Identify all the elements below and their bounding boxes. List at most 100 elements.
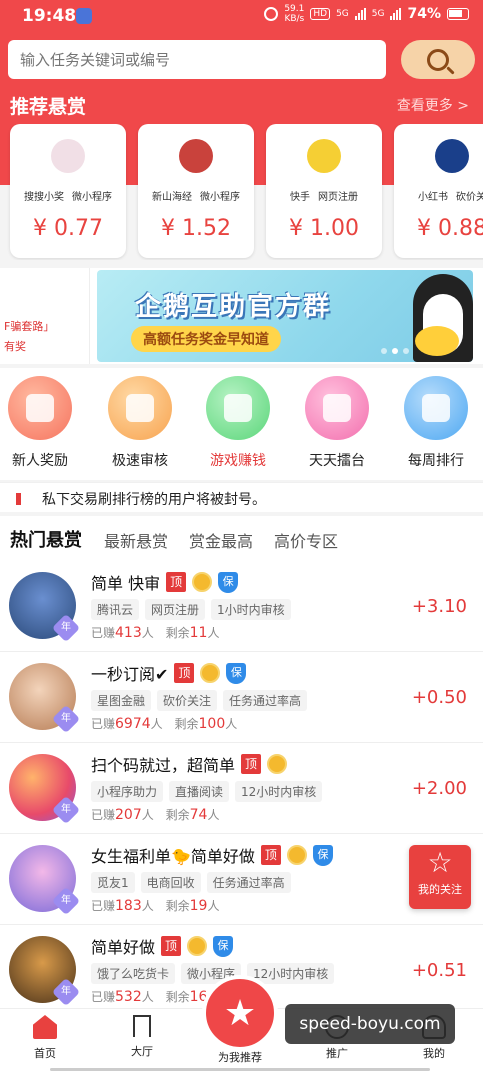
- year-badge: 年: [51, 886, 81, 916]
- task-tags: 饿了么吃货卡 微小程序 12小时内审核: [91, 963, 335, 984]
- task-stats: 已赚6974人 剩余100人: [91, 716, 238, 732]
- signal-bars-icon: [390, 8, 402, 20]
- task-title: 一秒订阅✔: [91, 665, 169, 684]
- quick-weekly-ranking[interactable]: 每周排行: [388, 376, 483, 476]
- signal-label-1: 5G: [336, 9, 349, 19]
- gamepad-icon: [206, 376, 270, 440]
- lightning-doc-icon: [108, 376, 172, 440]
- banner-slide[interactable]: 企鹅互助官方群 高额任务奖金早知道: [97, 270, 473, 362]
- view-more-link[interactable]: 查看更多 >: [397, 95, 469, 115]
- guarantee-badge: 保: [218, 571, 239, 593]
- year-badge: 年: [51, 704, 81, 734]
- task-tags: 腾讯云 网页注册 1小时内审核: [91, 599, 291, 620]
- home-indicator: [50, 1068, 430, 1071]
- top-badge: 顶: [241, 754, 262, 774]
- task-tags: 小程序助力 直播阅读 12小时内审核: [91, 781, 323, 802]
- nav-hall[interactable]: 大厅: [102, 1015, 182, 1059]
- card-price: ¥ 1.00: [289, 216, 359, 241]
- year-badge: 年: [51, 977, 81, 1007]
- card-price: ¥ 0.88: [417, 216, 483, 241]
- star-icon: ☆: [427, 846, 453, 879]
- my-follow-button[interactable]: ☆ 我的关注: [409, 845, 471, 909]
- recommend-card[interactable]: 小红书 砍价关 ¥ 0.88: [394, 124, 483, 258]
- list-item[interactable]: 年 扫个码就过，超简单 顶 小程序助力 直播阅读 12小时内审核 已赚207人 …: [0, 744, 483, 834]
- trophy-flag-icon: [305, 376, 369, 440]
- carousel-dots: [381, 348, 409, 354]
- list-item[interactable]: 年 一秒订阅✔ 顶 保 星图金融 砍价关注 任务通过率高 已赚6974人 剩余1…: [0, 653, 483, 743]
- status-icons: 59.1 KB/s HD 5G 5G 74%: [264, 4, 469, 24]
- clock: 19:48: [22, 6, 77, 26]
- bar-chart-icon: [404, 376, 468, 440]
- guarantee-badge: 保: [226, 662, 247, 684]
- quick-actions: 新人奖励 极速审核 游戏赚钱 天天擂台 每周排行: [0, 368, 483, 480]
- top-badge: 顶: [174, 663, 195, 683]
- watermark: speed-boyu.com: [285, 1004, 455, 1044]
- task-title: 简单 快审: [91, 574, 161, 593]
- notice-bar[interactable]: 私下交易刷排行榜的用户将被封号。: [0, 482, 483, 512]
- tab-latest[interactable]: 最新悬赏: [104, 528, 168, 552]
- search-input[interactable]: [8, 40, 386, 79]
- notice-text: 私下交易刷排行榜的用户将被封号。: [42, 492, 266, 508]
- net-speed: 59.1 KB/s: [284, 4, 305, 24]
- task-tabs: 热门悬赏 最新悬赏 赏金最高 高价专区: [0, 516, 483, 562]
- coin-icon: [415, 326, 459, 356]
- top-badge: 顶: [260, 845, 281, 865]
- quick-fast-review[interactable]: 极速审核: [92, 376, 188, 476]
- task-stats: 已赚413人 剩余11人: [91, 625, 220, 641]
- app-logo-icon: [307, 139, 341, 173]
- task-reward: +0.51: [411, 960, 467, 981]
- banner-subtitle: 高额任务奖金早知道: [131, 326, 281, 352]
- gift-icon: [8, 376, 72, 440]
- card-price: ¥ 0.77: [33, 216, 103, 241]
- quick-new-user-reward[interactable]: 新人奖励: [0, 376, 88, 476]
- task-title: 扫个码就过，超简单: [91, 756, 236, 775]
- coin-icon: [192, 572, 213, 592]
- hd-icon: HD: [310, 8, 331, 20]
- tab-premium[interactable]: 高价专区: [274, 528, 338, 552]
- banner-carousel: F骗套路」 有奖 企鹅互助官方群 高额任务奖金早知道: [0, 268, 483, 364]
- signal-bars-icon: [354, 8, 366, 20]
- bookmark-icon: [133, 1015, 151, 1037]
- recommend-for-me-button[interactable]: ★: [202, 975, 278, 1051]
- app-notification-icon: [76, 8, 92, 24]
- search-button[interactable]: [401, 40, 475, 79]
- app-logo-icon: [435, 139, 469, 173]
- search-icon: [427, 48, 449, 71]
- status-bar: 19:48 59.1 KB/s HD 5G 5G 74%: [0, 0, 483, 32]
- tab-hot[interactable]: 热门悬赏: [10, 526, 82, 552]
- task-stats: 已赚532人 剩余16: [91, 989, 208, 1005]
- banner-prev-slide[interactable]: F骗套路」 有奖: [0, 268, 90, 364]
- quick-game-earn[interactable]: 游戏赚钱: [190, 376, 286, 476]
- task-tags: 觅友1 电商回收 任务通过率高: [91, 872, 291, 893]
- task-reward: +2.00: [411, 778, 467, 799]
- signal-label-2: 5G: [371, 9, 385, 19]
- quick-daily-arena[interactable]: 天天擂台: [289, 376, 385, 476]
- year-badge: 年: [51, 795, 81, 825]
- task-list: 年 简单 快审 顶 保 腾讯云 网页注册 1小时内审核 已赚413人 剩余11人…: [0, 562, 483, 1008]
- recommend-card[interactable]: 快手 网页注册 ¥ 1.00: [266, 124, 382, 258]
- battery-percent: 74%: [407, 6, 441, 22]
- recommend-card[interactable]: 搜搜小奖 微小程序 ¥ 0.77: [10, 124, 126, 258]
- search-bar: [8, 40, 475, 80]
- tab-highest[interactable]: 赏金最高: [189, 528, 253, 552]
- task-stats: 已赚183人 剩余19人: [91, 898, 220, 914]
- top-badge: 顶: [166, 572, 187, 592]
- guarantee-badge: 保: [213, 935, 234, 957]
- task-title: 简单好做: [91, 938, 156, 957]
- coin-icon: [200, 663, 221, 683]
- star-icon: ★: [223, 992, 257, 1034]
- recommend-card[interactable]: 新山海经 微小程序 ¥ 1.52: [138, 124, 254, 258]
- coin-icon: [267, 754, 288, 774]
- alarm-icon: [264, 7, 279, 21]
- app-logo-icon: [51, 139, 85, 173]
- task-stats: 已赚207人 剩余74人: [91, 807, 220, 823]
- nav-recommend-label: 为我推荐: [218, 1051, 262, 1064]
- list-item[interactable]: 年 简单 快审 顶 保 腾讯云 网页注册 1小时内审核 已赚413人 剩余11人…: [0, 562, 483, 652]
- top-badge: 顶: [161, 936, 182, 956]
- coin-icon: [187, 936, 208, 956]
- task-tags: 星图金融 砍价关注 任务通过率高: [91, 690, 308, 711]
- app-logo-icon: [179, 139, 213, 173]
- recommend-title: 推荐悬赏: [10, 96, 87, 118]
- nav-home[interactable]: 首页: [5, 1015, 85, 1061]
- home-icon: [33, 1015, 57, 1039]
